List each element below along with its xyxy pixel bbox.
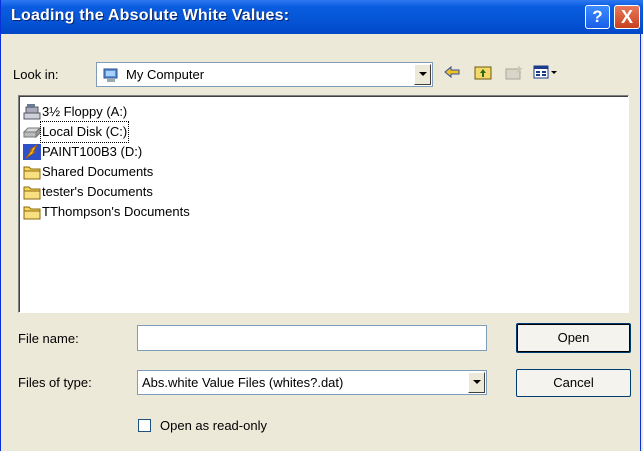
my-computer-icon <box>103 67 119 86</box>
close-button[interactable]: X <box>614 5 640 29</box>
view-menu-icon[interactable] <box>531 64 561 86</box>
open-button[interactable]: Open <box>516 323 631 353</box>
cancel-button[interactable]: Cancel <box>516 369 631 397</box>
look-in-value: My Computer <box>126 67 205 82</box>
file-name-label: File name: <box>18 331 79 346</box>
open-file-dialog: Loading the Absolute White Values: ? X L… <box>0 0 643 451</box>
look-in-dropdown[interactable]: My Computer <box>96 62 433 87</box>
hard-disk-icon <box>22 124 42 140</box>
files-of-type-dropdown[interactable]: Abs.white Value Files (whites?.dat) <box>137 370 487 395</box>
files-of-type-label: Files of type: <box>18 375 92 390</box>
look-in-label: Look in: <box>13 67 59 82</box>
new-folder-icon <box>503 64 525 86</box>
floppy-drive-icon <box>23 104 41 120</box>
title-bar[interactable]: Loading the Absolute White Values: ? X <box>1 0 643 34</box>
look-in-dropdown-arrow[interactable] <box>414 64 431 85</box>
folder-icon <box>23 184 41 200</box>
read-only-checkbox[interactable] <box>138 419 151 432</box>
read-only-label: Open as read-only <box>160 418 267 433</box>
folder-icon <box>23 204 41 220</box>
dialog-title: Loading the Absolute White Values: <box>11 7 290 24</box>
back-icon[interactable] <box>441 64 463 86</box>
up-folder-icon[interactable] <box>472 64 494 86</box>
files-of-type-value: Abs.white Value Files (whites?.dat) <box>142 375 344 390</box>
folder-icon <box>23 164 41 180</box>
file-name-input[interactable] <box>137 325 487 351</box>
help-button[interactable]: ? <box>585 5 610 29</box>
cd-drive-icon <box>23 144 41 160</box>
file-list[interactable]: 3½ Floppy (A:) Local Disk (C:) PAINT100B… <box>18 95 629 313</box>
files-of-type-dropdown-arrow[interactable] <box>468 372 485 393</box>
